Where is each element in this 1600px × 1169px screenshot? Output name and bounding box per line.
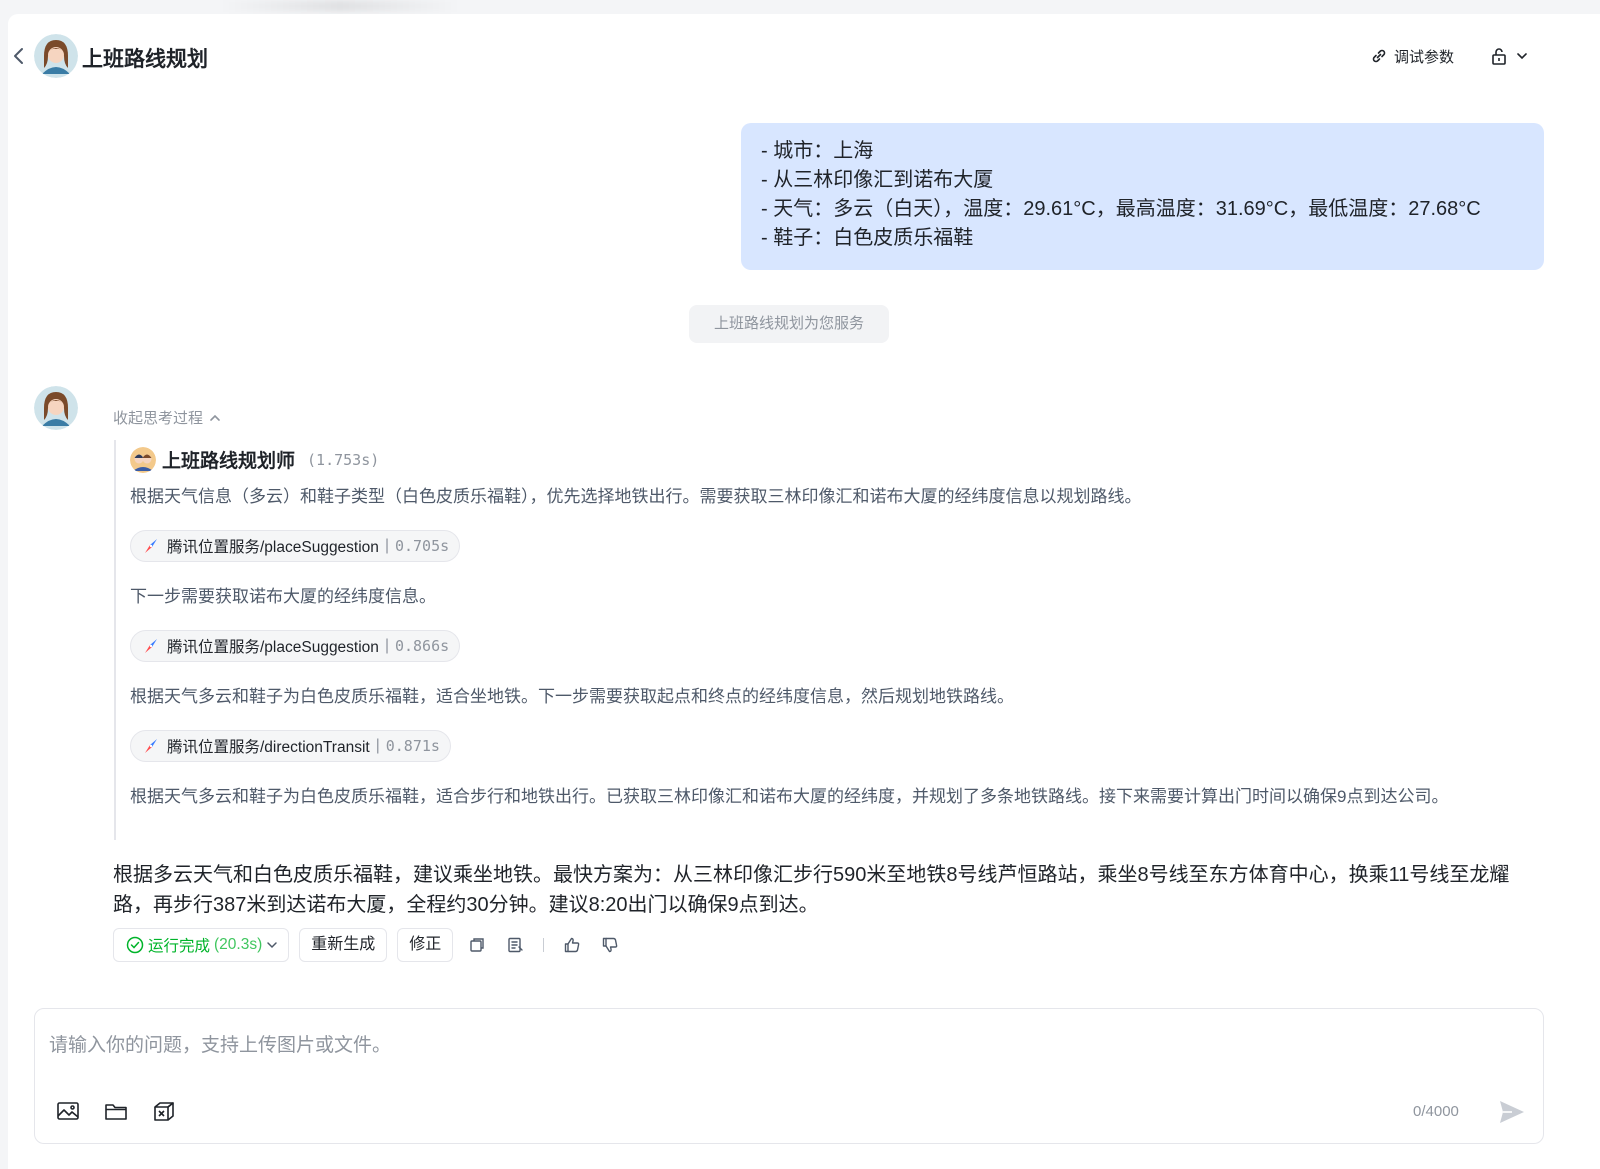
tool-name: 腾讯位置服务/placeSuggestion: [167, 539, 379, 556]
input-toolbar: [55, 1098, 177, 1124]
check-circle-icon: [126, 936, 144, 954]
compass-icon: [145, 539, 157, 553]
user-message-line: - 鞋子：白色皮质乐福鞋: [761, 227, 974, 249]
compass-icon: [145, 739, 157, 753]
agent-avatar: [130, 446, 156, 473]
message-actions: 运行完成 (20.3s) 重新生成 修正: [113, 928, 624, 962]
thumbs-down-icon: [603, 937, 618, 953]
image-upload-icon: [57, 1102, 79, 1120]
chevron-up-icon: [210, 414, 220, 421]
tool-separator: |: [384, 537, 389, 554]
window-top-shadow: [220, 0, 460, 12]
tool-call-chip[interactable]: 腾讯位置服务/placeSuggestion | 0.866s: [130, 630, 461, 662]
agent-name: 上班路线规划师: [162, 451, 296, 472]
run-status-button[interactable]: 运行完成 (20.3s): [113, 928, 290, 962]
plugin-box-icon: [154, 1102, 174, 1121]
lock-menu-button[interactable]: [1490, 44, 1528, 68]
copy-button[interactable]: [463, 931, 491, 959]
compass-icon: [145, 639, 157, 653]
folder-icon: [105, 1104, 127, 1120]
service-notice: 上班路线规划为您服务: [689, 305, 889, 343]
tool-duration: 0.705s: [394, 537, 450, 555]
thinking-divider: [114, 440, 116, 840]
thumbs-down-button[interactable]: [596, 931, 624, 959]
tool-duration: 0.871s: [385, 737, 440, 755]
tool-separator: |: [384, 637, 389, 654]
chevron-down-icon: [267, 942, 278, 949]
thinking-step-text: 根据天气信息（多云）和鞋子类型（白色皮质乐福鞋），优先选择地铁出行。需要获取三林…: [130, 487, 1142, 506]
plugin-button[interactable]: [151, 1098, 177, 1124]
thinking-step-text: 根据天气多云和鞋子为白色皮质乐福鞋，适合坐地铁。下一步需要获取起点和终点的经纬度…: [130, 687, 1014, 706]
bot-answer: 根据多云天气和白色皮质乐福鞋，建议乘坐地铁。最快方案为：从三林印像汇步行590米…: [113, 864, 1510, 916]
fix-button[interactable]: 修正: [397, 928, 454, 962]
actions-separator: [543, 938, 545, 952]
chevron-down-icon: [1517, 53, 1527, 60]
upload-file-button[interactable]: [103, 1098, 129, 1124]
collapse-thinking-label: 收起思考过程: [113, 410, 204, 427]
app-avatar: [34, 34, 78, 78]
tool-duration: 0.866s: [394, 637, 450, 655]
upload-image-button[interactable]: [55, 1098, 81, 1124]
note-button[interactable]: [501, 931, 529, 959]
thumbs-up-button[interactable]: [558, 931, 586, 959]
app-title: 上班路线规划: [82, 48, 208, 71]
note-icon: [508, 937, 523, 953]
send-icon: [1500, 1101, 1524, 1123]
tool-name: 腾讯位置服务/placeSuggestion: [167, 639, 379, 656]
copy-icon: [470, 938, 484, 952]
tool-call-chip[interactable]: 腾讯位置服务/directionTransit | 0.871s: [130, 730, 451, 762]
run-status-duration: (20.3s): [214, 936, 263, 953]
regenerate-button[interactable]: 重新生成: [299, 928, 388, 962]
agent-header: 上班路线规划师 (1.753s): [130, 446, 379, 473]
lock-icon: [1492, 48, 1506, 65]
debug-params-label: 调试参数: [1394, 48, 1455, 66]
debug-params-button[interactable]: 调试参数: [1370, 44, 1454, 68]
chevron-left-icon: [14, 48, 23, 64]
chat-input[interactable]: [49, 1031, 1449, 1061]
collapse-thinking-toggle[interactable]: 收起思考过程: [113, 407, 221, 428]
back-button[interactable]: [12, 47, 26, 65]
run-status-label: 运行完成: [148, 938, 211, 955]
user-message-line: - 城市：上海: [761, 140, 874, 162]
tool-name: 腾讯位置服务/directionTransit: [167, 739, 370, 756]
user-message-line: - 从三林印像汇到诺布大厦: [761, 169, 994, 191]
agent-duration: (1.753s): [307, 450, 380, 469]
user-message-bubble: - 城市：上海 - 从三林印像汇到诺布大厦 - 天气：多云（白天），温度：29.…: [741, 123, 1544, 270]
thinking-final-text: 根据天气多云和鞋子为白色皮质乐福鞋，适合步行和地铁出行。已获取三林印像汇和诺布大…: [130, 787, 1449, 806]
send-button[interactable]: [1497, 1097, 1527, 1127]
bot-avatar: [34, 386, 78, 430]
thumbs-up-icon: [565, 937, 580, 953]
user-message-line: - 天气：多云（白天），温度：29.61°C，最高温度：31.69°C，最低温度…: [761, 198, 1481, 220]
tool-separator: |: [375, 737, 380, 754]
debug-link-icon: [1372, 49, 1386, 63]
char-count: 0/4000: [1413, 1103, 1459, 1120]
thinking-step-text: 下一步需要获取诺布大厦的经纬度信息。: [130, 587, 436, 606]
tool-call-chip[interactable]: 腾讯位置服务/placeSuggestion | 0.705s: [130, 530, 461, 562]
chat-input-box: 0/4000: [34, 1008, 1544, 1144]
